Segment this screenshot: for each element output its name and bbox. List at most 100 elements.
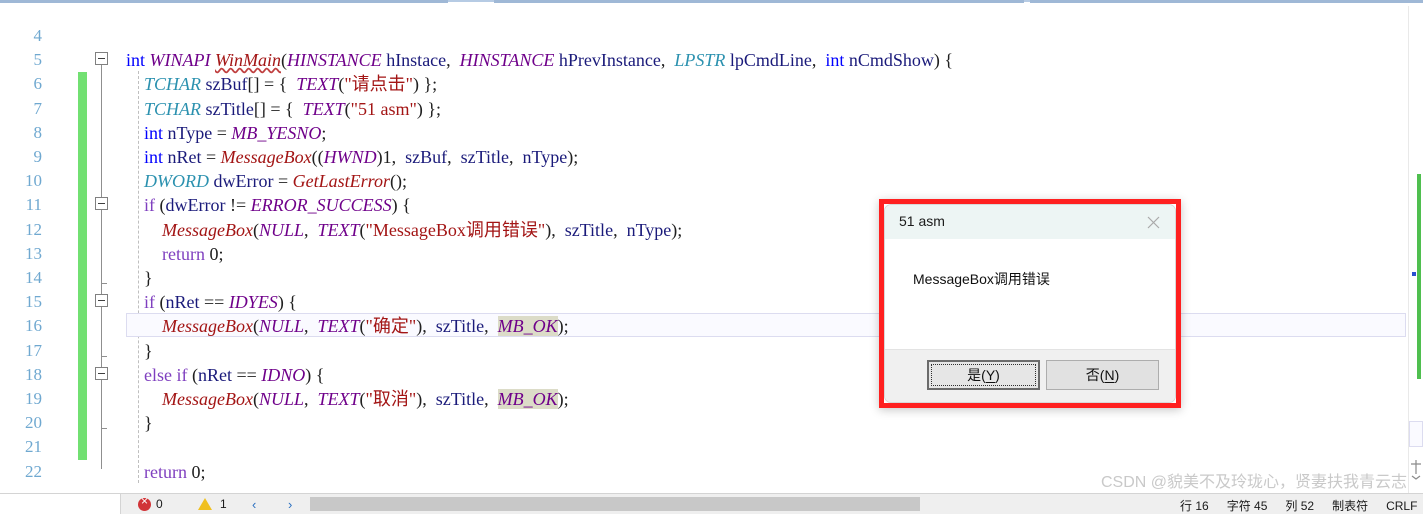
code-token: NULL — [258, 316, 304, 337]
code-token: return — [162, 243, 205, 264]
code-token: ); — [567, 147, 579, 167]
yes-button[interactable]: 是(Y) — [927, 360, 1040, 390]
code-line[interactable]: int WINAPI WinMain(HINSTANCE hInstace, H… — [0, 51, 1423, 69]
error-count: 0 — [156, 497, 163, 511]
code-token: ) { — [277, 292, 297, 313]
code-line[interactable]: TCHAR szTitle[] = { TEXT("51 asm") }; — [0, 100, 1423, 118]
code-token: MessageBox — [162, 219, 253, 240]
code-line[interactable]: if (nRet == IDYES) { — [0, 293, 1423, 311]
horizontal-scrollbar[interactable] — [310, 497, 920, 511]
code-token: szBuf — [405, 147, 448, 167]
code-token: hInstace — [386, 50, 447, 71]
code-token: "51 asm" — [350, 98, 417, 119]
code-text-area[interactable]: int WINAPI WinMain(HINSTANCE hInstace, H… — [0, 6, 1423, 494]
messagebox-dialog[interactable]: 51 asm MessageBox调用错误 是(Y) 否(N) — [879, 199, 1181, 408]
code-line[interactable]: else if (nRet == IDNO) { — [0, 366, 1423, 384]
code-token: == — [231, 364, 262, 385]
dialog-window: 51 asm MessageBox调用错误 是(Y) 否(N) — [884, 204, 1176, 403]
code-token: IDYES — [228, 292, 278, 313]
code-token: ) { — [391, 195, 411, 216]
code-token: nType — [522, 147, 568, 167]
no-button-label: 否(N) — [1085, 367, 1120, 383]
code-line[interactable]: int nRet = MessageBox((HWND)1, szBuf, sz… — [0, 148, 1423, 166]
code-token: TEXT — [317, 219, 360, 240]
code-token: "取消" — [365, 389, 417, 409]
code-token: WINAPI — [149, 50, 211, 71]
code-token: ), — [545, 219, 556, 240]
code-token: } — [144, 268, 153, 288]
code-editor[interactable]: 4 5 6 7 8 9 10 11 12 13 14 15 16 17 18 19 20 21 22 int WIN… — [0, 6, 1423, 494]
code-token: TCHAR — [144, 98, 202, 119]
tab-segment-2[interactable] — [494, 0, 1024, 3]
scroll-annotation-margin[interactable] — [1408, 6, 1423, 494]
code-token: == — [199, 292, 229, 313]
code-token: else — [144, 364, 172, 385]
prev-issue-button[interactable]: ‹ — [252, 498, 256, 511]
caret-annotation — [1412, 272, 1416, 276]
code-token: WinMain — [215, 50, 281, 71]
close-icon[interactable] — [1141, 210, 1167, 234]
code-line[interactable]: MessageBox(NULL, TEXT("取消"), szTitle, MB… — [0, 389, 1423, 409]
code-token: (); — [390, 171, 407, 192]
code-line[interactable]: DWORD dwError = GetLastError(); — [0, 172, 1423, 190]
code-line[interactable]: } — [0, 269, 1423, 287]
code-token: HWND — [323, 147, 377, 167]
code-token: szTitle — [435, 316, 485, 337]
code-line[interactable]: return 0; — [0, 245, 1423, 263]
code-line[interactable]: int nType = MB_YESNO; — [0, 124, 1423, 142]
change-annotation — [1417, 174, 1421, 379]
error-count-icon[interactable] — [138, 495, 151, 511]
code-token: int — [144, 122, 164, 143]
status-item: CRLF — [1386, 499, 1418, 513]
status-item: 列 52 — [1285, 499, 1315, 513]
code-line[interactable]: if (dwError != ERROR_SUCCESS) { — [0, 196, 1423, 214]
dialog-titlebar[interactable]: 51 asm — [885, 205, 1175, 240]
code-line[interactable]: return 0; — [0, 463, 1423, 481]
focus-rectangle — [931, 364, 1036, 386]
code-token: ), — [416, 389, 427, 409]
code-token: szTitle — [435, 389, 485, 409]
code-token: ); — [671, 219, 683, 240]
scroll-thumb-icon[interactable] — [1409, 458, 1423, 480]
code-line[interactable]: } — [0, 342, 1423, 360]
code-line[interactable]: TCHAR szBuf[] = { TEXT("请点击") }; — [0, 75, 1423, 93]
code-token: "MessageBox调用错误" — [365, 219, 546, 240]
code-token: ; — [321, 122, 327, 143]
code-line[interactable] — [0, 438, 1423, 456]
code-token: [] = { — [247, 74, 288, 95]
code-token: nCmdShow — [848, 50, 934, 71]
code-line[interactable]: MessageBox(NULL, TEXT("MessageBox调用错误"),… — [0, 221, 1423, 239]
tab-segment-1[interactable] — [0, 0, 448, 3]
code-token: "确定" — [365, 316, 417, 337]
status-bar[interactable]: 0 1 ‹ › 行 16 字符 45 列 52 制表符 CRLF — [0, 493, 1423, 514]
no-button[interactable]: 否(N) — [1046, 360, 1159, 390]
code-token: nType — [626, 219, 672, 240]
code-line[interactable]: MessageBox(NULL, TEXT("确定"), szTitle, MB… — [0, 316, 1423, 337]
code-token: MessageBox — [162, 389, 253, 409]
warning-count-icon[interactable] — [198, 498, 212, 510]
code-token: = — [212, 122, 232, 143]
next-issue-button[interactable]: › — [288, 498, 292, 511]
code-token: TEXT — [317, 316, 360, 337]
code-line[interactable]: } — [0, 414, 1423, 432]
code-token: { — [944, 50, 954, 71]
status-item: 行 16 — [1180, 499, 1209, 513]
code-token: ; — [218, 243, 224, 264]
tab-segment-3[interactable] — [1030, 0, 1423, 3]
code-token: if — [144, 292, 155, 313]
code-line[interactable] — [0, 27, 1423, 45]
